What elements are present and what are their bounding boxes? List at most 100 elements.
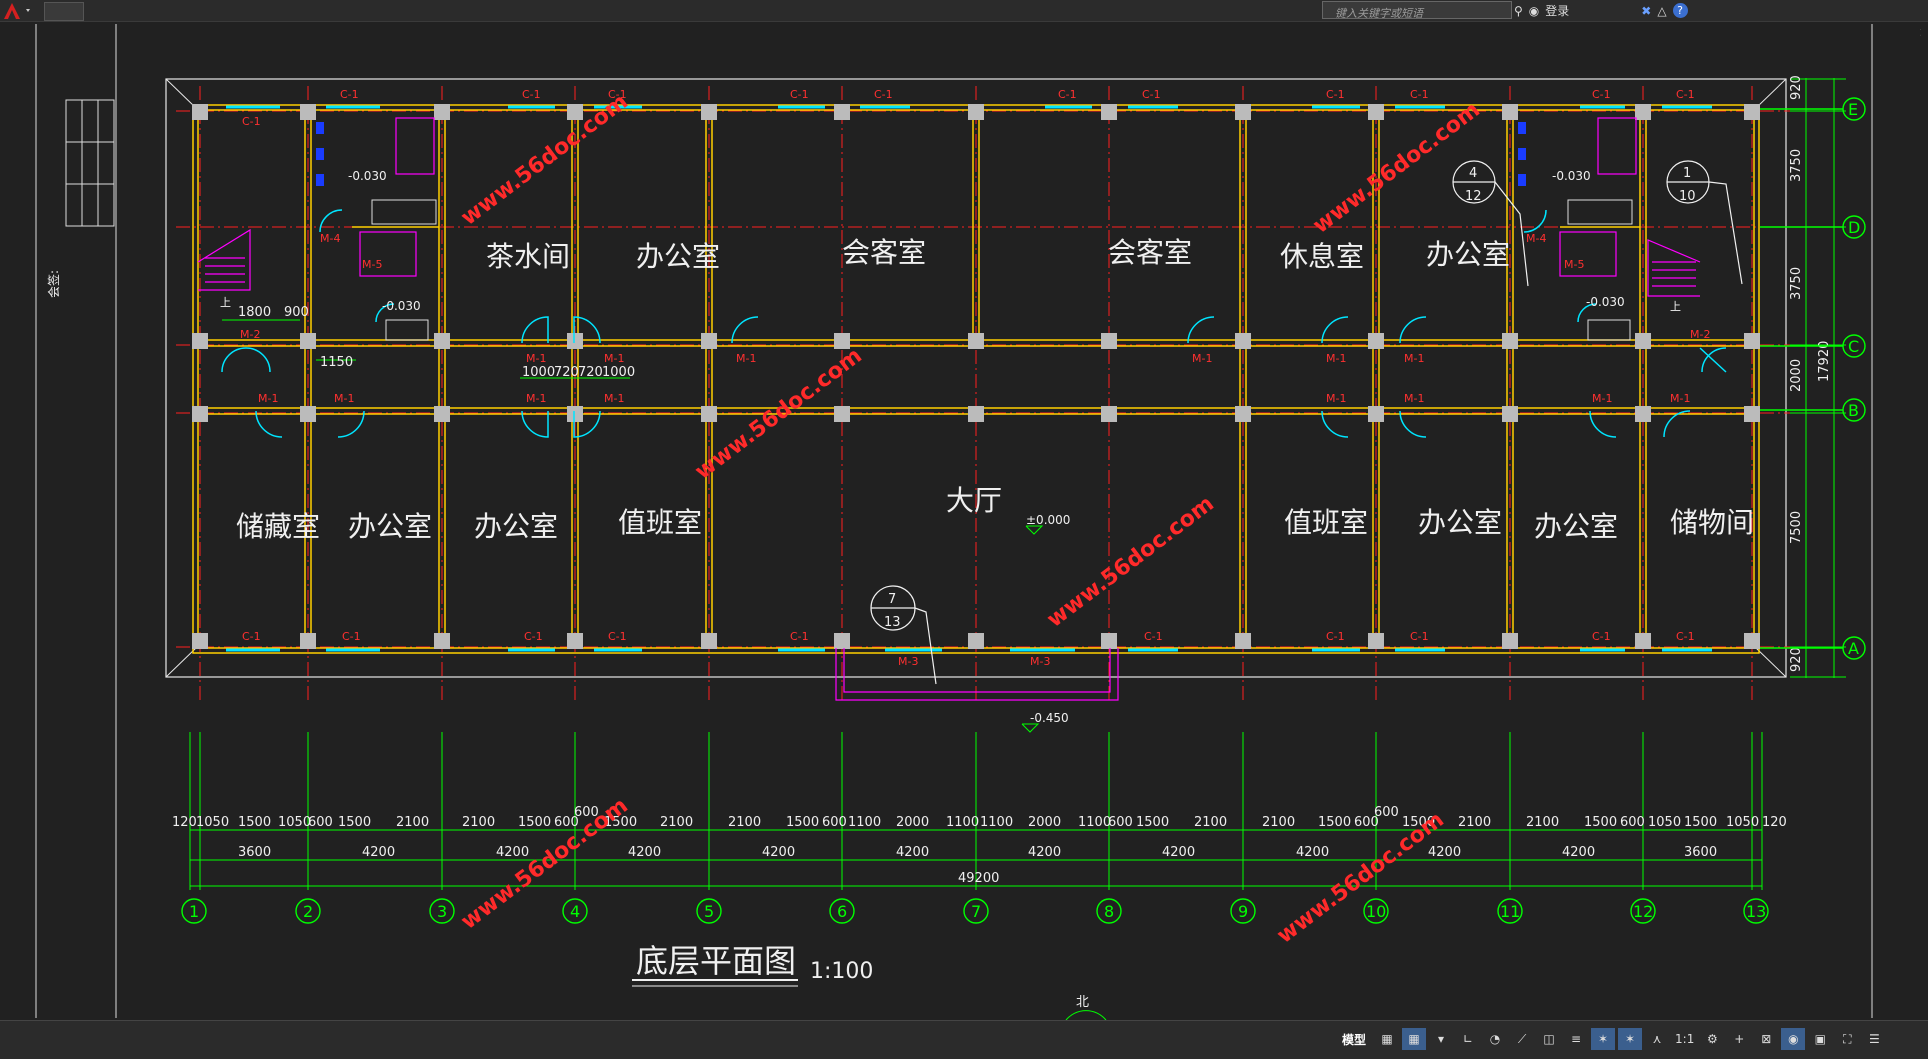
door-label: M-2 (240, 328, 260, 341)
axis-bubble-x: 8 (1104, 902, 1114, 921)
exchange-icon[interactable]: ✖ (1641, 4, 1651, 18)
annotation-visibility-icon[interactable]: ✶ (1591, 1028, 1616, 1050)
dim-value: 4200 (362, 845, 395, 860)
door-label: M-1 (1670, 392, 1690, 405)
axis-bubble-x: 3 (437, 902, 447, 921)
room-label-bottom: 办公室 (1418, 506, 1502, 539)
annotation-scale-icon[interactable]: ⋏ (1645, 1028, 1669, 1050)
isolate-icon[interactable]: ◉ (1781, 1028, 1806, 1050)
interior-dim: 1000 (602, 365, 635, 380)
ortho-icon[interactable]: ∟ (1456, 1028, 1480, 1050)
dim-value: 4200 (1028, 845, 1061, 860)
window-label: C-1 (790, 88, 809, 101)
dim-value: 4200 (762, 845, 795, 860)
door-label: M-2 (1690, 328, 1710, 341)
isodraft-icon[interactable]: ⟋ (1510, 1028, 1534, 1050)
search-input[interactable] (1323, 5, 1511, 22)
user-icon[interactable]: ◉ (1529, 4, 1539, 18)
dim-value: 2100 (728, 815, 761, 830)
lineweight-icon[interactable]: ≡ (1564, 1028, 1588, 1050)
window-label: C-1 (242, 630, 261, 643)
help-icon[interactable]: ? (1672, 3, 1688, 18)
gear-icon[interactable]: ⚙ (1700, 1028, 1724, 1050)
autodesk-app-icon[interactable]: △ (1657, 4, 1666, 18)
door-label: M-1 (526, 352, 546, 365)
status-tray: 模型 ▦ ▦ ▾ ∟ ◔ ⟋ ◫ ≡ ✶ ✶ ⋏ 1:1 ⚙ + ⊠ ◉ ▣ ⛶… (1336, 1022, 1928, 1056)
window-label: C-1 (524, 630, 543, 643)
dim-value: 2100 (1262, 815, 1295, 830)
room-label-top: 茶水间 (486, 240, 570, 273)
door-label: M-1 (604, 352, 624, 365)
room-label-top: 会客室 (842, 236, 926, 269)
dim-value: 1100 (980, 815, 1013, 830)
door-label: M-3 (898, 655, 918, 668)
units-icon[interactable]: ⊠ (1754, 1028, 1778, 1050)
dim-value: 1500 (1318, 815, 1351, 830)
right-dim-total: 17920 (1817, 341, 1832, 382)
room-label-top: 休息室 (1280, 240, 1364, 273)
level-toilet: -0.030 (382, 299, 421, 313)
door-label: M-1 (258, 392, 278, 405)
window-label: C-1 (608, 630, 627, 643)
polar-icon[interactable]: ◔ (1483, 1028, 1507, 1050)
right-dim: 2000 (1789, 359, 1804, 392)
dim-value: 1100 (848, 815, 881, 830)
callout-sheet: 13 (884, 615, 901, 630)
quick-access-save-button[interactable] (44, 2, 84, 21)
axis-bubble-y: A (1848, 639, 1859, 658)
dim-value: 1050 (1726, 815, 1759, 830)
window-label: C-1 (342, 630, 361, 643)
dim-value: 1500 (786, 815, 819, 830)
callout-number: 4 (1469, 166, 1477, 181)
fullscreen-icon[interactable]: ⛶ (1835, 1028, 1859, 1050)
window-label: C-1 (1142, 88, 1161, 101)
dim-value: 1500 (1584, 815, 1617, 830)
room-label-bottom: 储物间 (1670, 506, 1754, 539)
grid-icon[interactable]: ▦ (1375, 1028, 1399, 1050)
dim-value: 1500 (518, 815, 551, 830)
chevron-down-icon[interactable]: ▾ (1429, 1028, 1453, 1050)
axis-bubble-x: 5 (704, 902, 714, 921)
dim-value: 1100 (1078, 815, 1111, 830)
axis-bubble-x: 11 (1500, 902, 1520, 921)
model-space-button[interactable]: 模型 (1336, 1031, 1372, 1048)
scale-dropdown[interactable]: 1:1 (1672, 1028, 1697, 1050)
room-label-bottom: 办公室 (348, 510, 432, 543)
dim-row-2: 3600 4200 4200 4200 4200 4200 4200 4200 … (238, 845, 1717, 860)
autocad-logo-icon[interactable] (2, 1, 42, 20)
drawing-canvas[interactable]: 会签: 茶水间 办公室 会客室 会客室 休息室 办公室 储藏室 办公室 办公室 … (8, 22, 1920, 1022)
window-label: C-1 (874, 88, 893, 101)
room-label-bottom: 大厅 (946, 484, 1002, 517)
axis-bubble-x: 6 (837, 902, 847, 921)
binoculars-icon[interactable]: ⚲ (1514, 4, 1523, 18)
level-outdoor: -0.450 (1030, 711, 1069, 725)
dim-total: 49200 (958, 871, 999, 886)
dim-value: 1500 (1684, 815, 1717, 830)
snap-icon[interactable]: ▦ (1402, 1028, 1427, 1050)
door-label: M-1 (334, 392, 354, 405)
dim-value: 2100 (462, 815, 495, 830)
login-button[interactable]: 登录 (1545, 2, 1569, 19)
door-label: M-1 (1192, 352, 1212, 365)
window-label: C-1 (1326, 88, 1345, 101)
hardware-icon[interactable]: ▣ (1808, 1028, 1832, 1050)
interior-dim: 1000 (522, 365, 555, 380)
interior-dim: 900 (284, 305, 309, 320)
axis-bubble-x: 1 (189, 902, 199, 921)
door-label: M-5 (362, 258, 382, 271)
axis-bubble-x: 2 (303, 902, 313, 921)
menu-icon[interactable]: ☰ (1862, 1028, 1886, 1050)
room-label-bottom: 值班室 (618, 506, 702, 539)
level-floor: ±0.000 (1026, 513, 1070, 527)
search-box[interactable] (1322, 1, 1512, 22)
dim-value: 1500 (238, 815, 271, 830)
dim-value: 600 (308, 815, 333, 830)
interior-dim: 720 (554, 365, 579, 380)
osnap-icon[interactable]: ◫ (1537, 1028, 1561, 1050)
dim-value: 4200 (1296, 845, 1329, 860)
auto-scale-icon[interactable]: ✶ (1618, 1028, 1643, 1050)
dim-value: 4200 (1162, 845, 1195, 860)
right-dim: 7500 (1789, 511, 1804, 544)
plus-icon[interactable]: + (1727, 1028, 1751, 1050)
level-toilet: -0.030 (1586, 295, 1625, 309)
